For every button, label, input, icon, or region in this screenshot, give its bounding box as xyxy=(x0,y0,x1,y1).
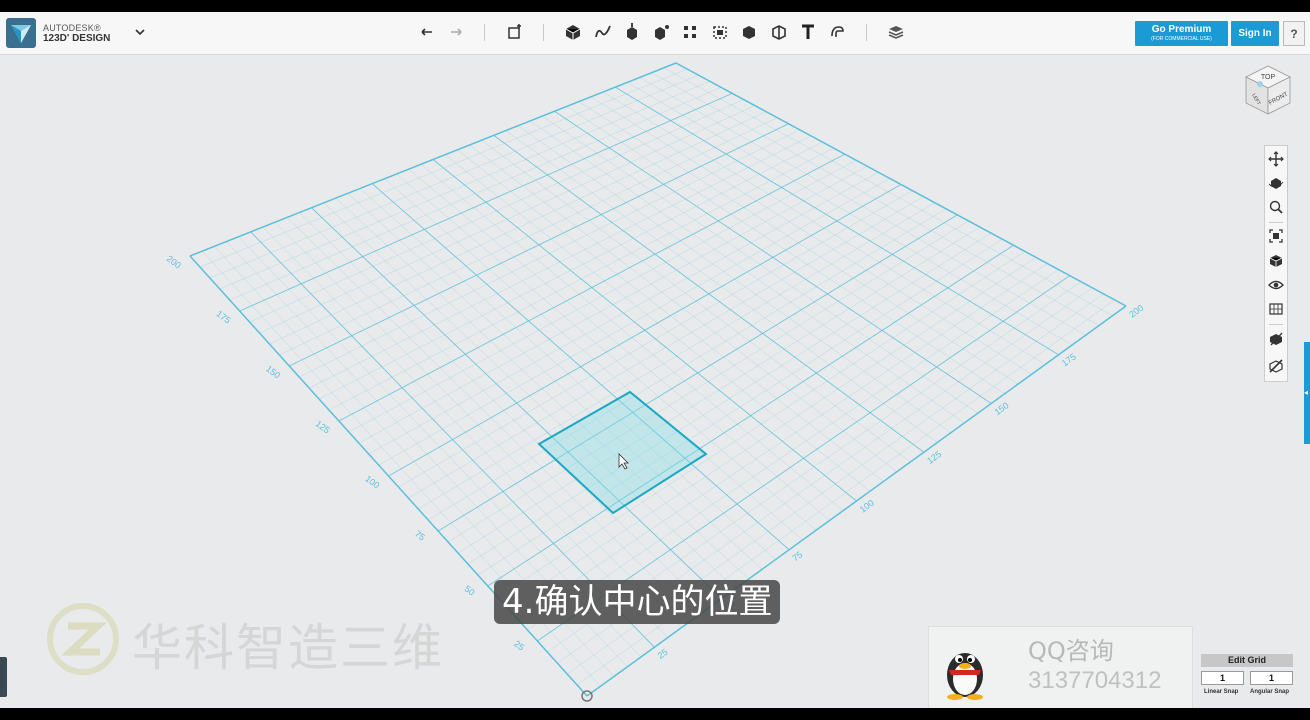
grid-label-left: 200 xyxy=(165,254,183,271)
grid-label-left: 100 xyxy=(363,474,381,491)
grid-label-left: 50 xyxy=(463,584,477,598)
grid-label-left: 25 xyxy=(512,639,526,653)
grid-label-right: 25 xyxy=(656,647,670,661)
qq-contact-overlay: QQ咨询 3137704312 xyxy=(928,626,1193,708)
angular-snap-input[interactable]: 1 xyxy=(1250,671,1293,685)
transform-icon[interactable] xyxy=(504,21,526,43)
fit-icon[interactable] xyxy=(1268,228,1284,244)
modify-icon[interactable] xyxy=(650,21,672,43)
nav-separator xyxy=(1269,222,1283,223)
grid-label-right: 100 xyxy=(858,498,876,515)
orbit-icon[interactable] xyxy=(1268,175,1284,191)
view-cube[interactable]: TOP LEFT FRONT xyxy=(1238,62,1298,124)
brand-line1: AUTODESK® xyxy=(43,23,101,33)
watermark-text: 华科智造三维 xyxy=(132,619,444,677)
video-subtitle: 4.确认中心的位置 xyxy=(494,580,781,624)
construct-icon[interactable] xyxy=(621,21,643,43)
brand-line2: 123D' DESIGN xyxy=(43,33,111,44)
left-edge-handle[interactable] xyxy=(0,657,7,697)
snap-icon[interactable] xyxy=(826,21,848,43)
qq-number: 3137704312 xyxy=(1028,667,1162,694)
watermark-logo xyxy=(46,602,120,676)
side-panel-tab[interactable]: ◂ xyxy=(1304,342,1310,444)
toolbar-separator xyxy=(543,24,544,41)
viewcube-top-label: TOP xyxy=(1261,74,1276,81)
grid-label-right: 150 xyxy=(993,400,1011,417)
edit-grid-button[interactable]: Edit Grid xyxy=(1201,654,1293,667)
snap-view-icon[interactable] xyxy=(1268,331,1284,347)
grid-label-left: 175 xyxy=(214,309,232,326)
measure-icon[interactable] xyxy=(768,21,790,43)
grid-label-left: 125 xyxy=(314,419,332,436)
toolbar-separator xyxy=(484,24,485,41)
premium-label: Go Premium xyxy=(1151,24,1212,35)
toolbar-separator xyxy=(866,24,867,41)
sketch-icon[interactable] xyxy=(592,21,614,43)
primitives-icon[interactable] xyxy=(562,21,584,43)
view-icon[interactable] xyxy=(1268,253,1284,269)
help-button[interactable]: ? xyxy=(1283,21,1305,46)
edit-view-icon[interactable] xyxy=(1268,358,1284,374)
grid-label-right: 200 xyxy=(1127,303,1145,320)
linear-snap-label: Linear Snap xyxy=(1204,689,1239,695)
sign-in-button[interactable]: Sign In xyxy=(1231,21,1279,46)
grid-label-left: 75 xyxy=(413,529,427,543)
app-window: 2001751501251007550252001751501251007550… xyxy=(0,12,1310,708)
linear-snap-input[interactable]: 1 xyxy=(1201,671,1244,685)
navigation-bar xyxy=(1264,145,1288,382)
app-menu-chevron-icon[interactable] xyxy=(132,24,148,40)
grid-label-right: 175 xyxy=(1060,351,1078,368)
grid-label-right: 75 xyxy=(790,549,804,563)
pan-icon[interactable] xyxy=(1268,151,1284,167)
visibility-icon[interactable] xyxy=(1268,277,1284,293)
qq-penguin-icon xyxy=(937,639,993,701)
undo-icon[interactable] xyxy=(416,21,438,43)
nav-separator xyxy=(1269,324,1283,325)
text-icon[interactable] xyxy=(797,21,819,43)
collapse-arrow-icon: ◂ xyxy=(1304,388,1309,397)
angular-snap-label: Angular Snap xyxy=(1250,689,1290,695)
premium-sublabel: (FOR COMMERCIAL USE) xyxy=(1151,36,1212,42)
material-icon[interactable] xyxy=(885,21,907,43)
redo-icon[interactable] xyxy=(445,21,467,43)
autodesk-logo xyxy=(6,18,36,48)
zoom-icon[interactable] xyxy=(1268,199,1284,215)
grid-label-right: 125 xyxy=(925,449,943,466)
go-premium-button[interactable]: Go Premium (FOR COMMERCIAL USE) xyxy=(1135,21,1228,46)
grouping-icon[interactable] xyxy=(709,21,731,43)
grid-label-left: 150 xyxy=(264,364,282,381)
sketch-rectangle xyxy=(537,390,708,515)
combine-icon[interactable] xyxy=(738,21,760,43)
qq-title: QQ咨询 xyxy=(1028,637,1114,665)
pattern-icon[interactable] xyxy=(679,21,701,43)
top-toolbar: AUTODESK® 123D' DESIGN Go Premium (FOR C… xyxy=(0,12,1310,55)
material-view-icon[interactable] xyxy=(1268,301,1284,317)
